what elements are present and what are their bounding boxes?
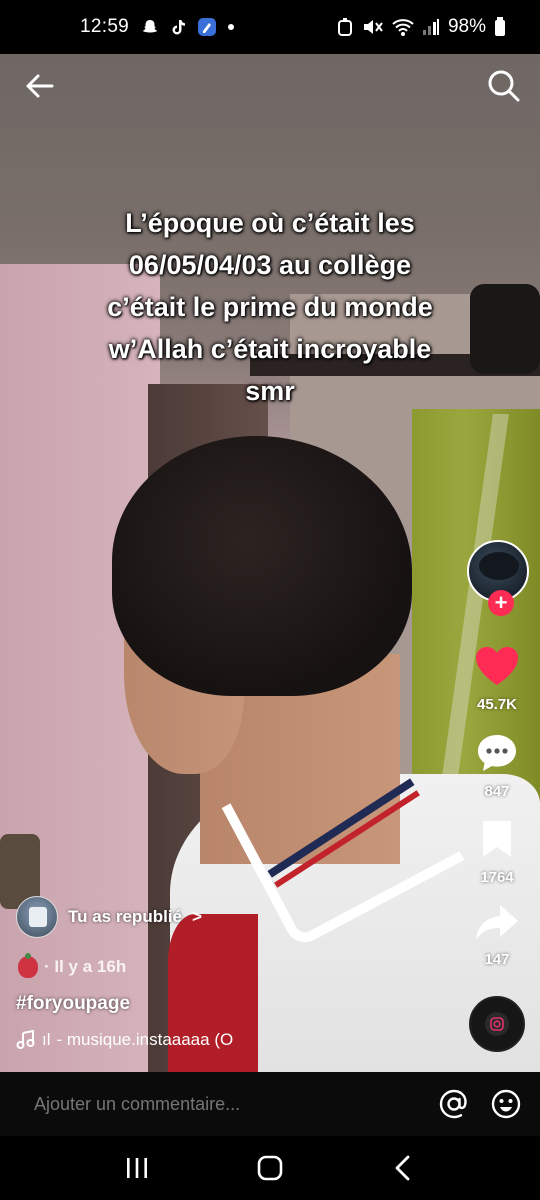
notification-icons: [141, 17, 235, 37]
app-icon: [198, 18, 217, 36]
tiktok-icon: [172, 20, 186, 35]
comment-count: 847: [484, 783, 510, 800]
emoji-icon[interactable]: [490, 1088, 522, 1120]
search-button[interactable]: [484, 66, 524, 106]
instagram-icon: [490, 1017, 504, 1031]
snapchat-icon: [142, 20, 158, 33]
search-icon: [488, 70, 520, 102]
like-button[interactable]: 45.7K: [464, 645, 530, 713]
repost-label: Tu as republié: [68, 907, 182, 926]
chevron-left-icon: [395, 1155, 410, 1181]
share-icon: [476, 905, 518, 940]
disc-center: [485, 1012, 509, 1036]
chevron-right-icon: >: [192, 907, 202, 926]
home-button[interactable]: [245, 1148, 295, 1188]
mute-icon: [363, 20, 383, 34]
heart-icon: [476, 647, 518, 685]
back-arrow-icon: [26, 74, 54, 98]
mention-icon[interactable]: [438, 1088, 470, 1120]
music-disc[interactable]: [469, 996, 525, 1052]
home-icon: [257, 1155, 283, 1181]
android-nav-bar: [0, 1136, 540, 1200]
battery-icon: [495, 17, 505, 36]
comment-actions: [438, 1088, 522, 1120]
repost-avatar: [16, 896, 58, 938]
share-button[interactable]: 147: [464, 902, 530, 968]
dot-icon: [228, 24, 235, 30]
creator-avatar[interactable]: +: [467, 540, 529, 616]
recent-apps-button[interactable]: [112, 1148, 162, 1188]
post-meta: · Il y a 16h: [18, 953, 127, 978]
comment-input[interactable]: [34, 1093, 438, 1115]
music-note-icon: [16, 1030, 35, 1049]
back-button[interactable]: [20, 66, 60, 106]
bookmark-count: 1764: [480, 869, 514, 886]
comment-bar: [0, 1072, 540, 1136]
caption-line: L’époque où c’était les: [125, 208, 415, 238]
post-time: · Il y a 16h: [44, 957, 127, 976]
battery-percent: 98%: [447, 16, 486, 37]
repost-indicator[interactable]: Tu as republié >: [16, 896, 202, 938]
comment-button[interactable]: 847: [464, 732, 530, 800]
share-count: 147: [484, 951, 510, 968]
back-nav-button[interactable]: [378, 1148, 428, 1188]
bookmark-icon: [483, 821, 511, 857]
like-count: 45.7K: [476, 696, 518, 713]
caption-line: c’était le prime du monde: [107, 292, 433, 322]
follow-button[interactable]: +: [488, 590, 514, 616]
caption-line: w’Allah c’était incroyable: [108, 334, 432, 364]
tiktok-screen: 12:59 98% L’époque où c’était les 06/05/…: [0, 0, 540, 1200]
signal-icon: [422, 19, 439, 35]
caption-line: smr: [245, 376, 295, 406]
system-icons: 98%: [336, 16, 506, 38]
music-prefix: ıl: [42, 1030, 51, 1049]
comment-icon: [478, 735, 516, 771]
music-info[interactable]: ıl - musique.instaaaaa (O: [16, 1030, 256, 1050]
alarm-icon: [337, 18, 352, 36]
caption-line: 06/05/04/03 au collège: [128, 250, 412, 280]
bookmark-button[interactable]: 1764: [464, 818, 530, 886]
music-title: - musique.instaaaaa (O: [56, 1030, 234, 1049]
status-bar: 12:59 98%: [0, 0, 540, 54]
recent-apps-icon: [126, 1158, 147, 1178]
status-time: 12:59: [80, 16, 130, 37]
video-caption: L’époque où c’était les 06/05/04/03 au c…: [40, 202, 500, 412]
strawberry-emoji-icon: [18, 953, 38, 978]
wifi-icon: [392, 19, 414, 36]
post-hashtag[interactable]: #foryoupage: [16, 993, 130, 1015]
